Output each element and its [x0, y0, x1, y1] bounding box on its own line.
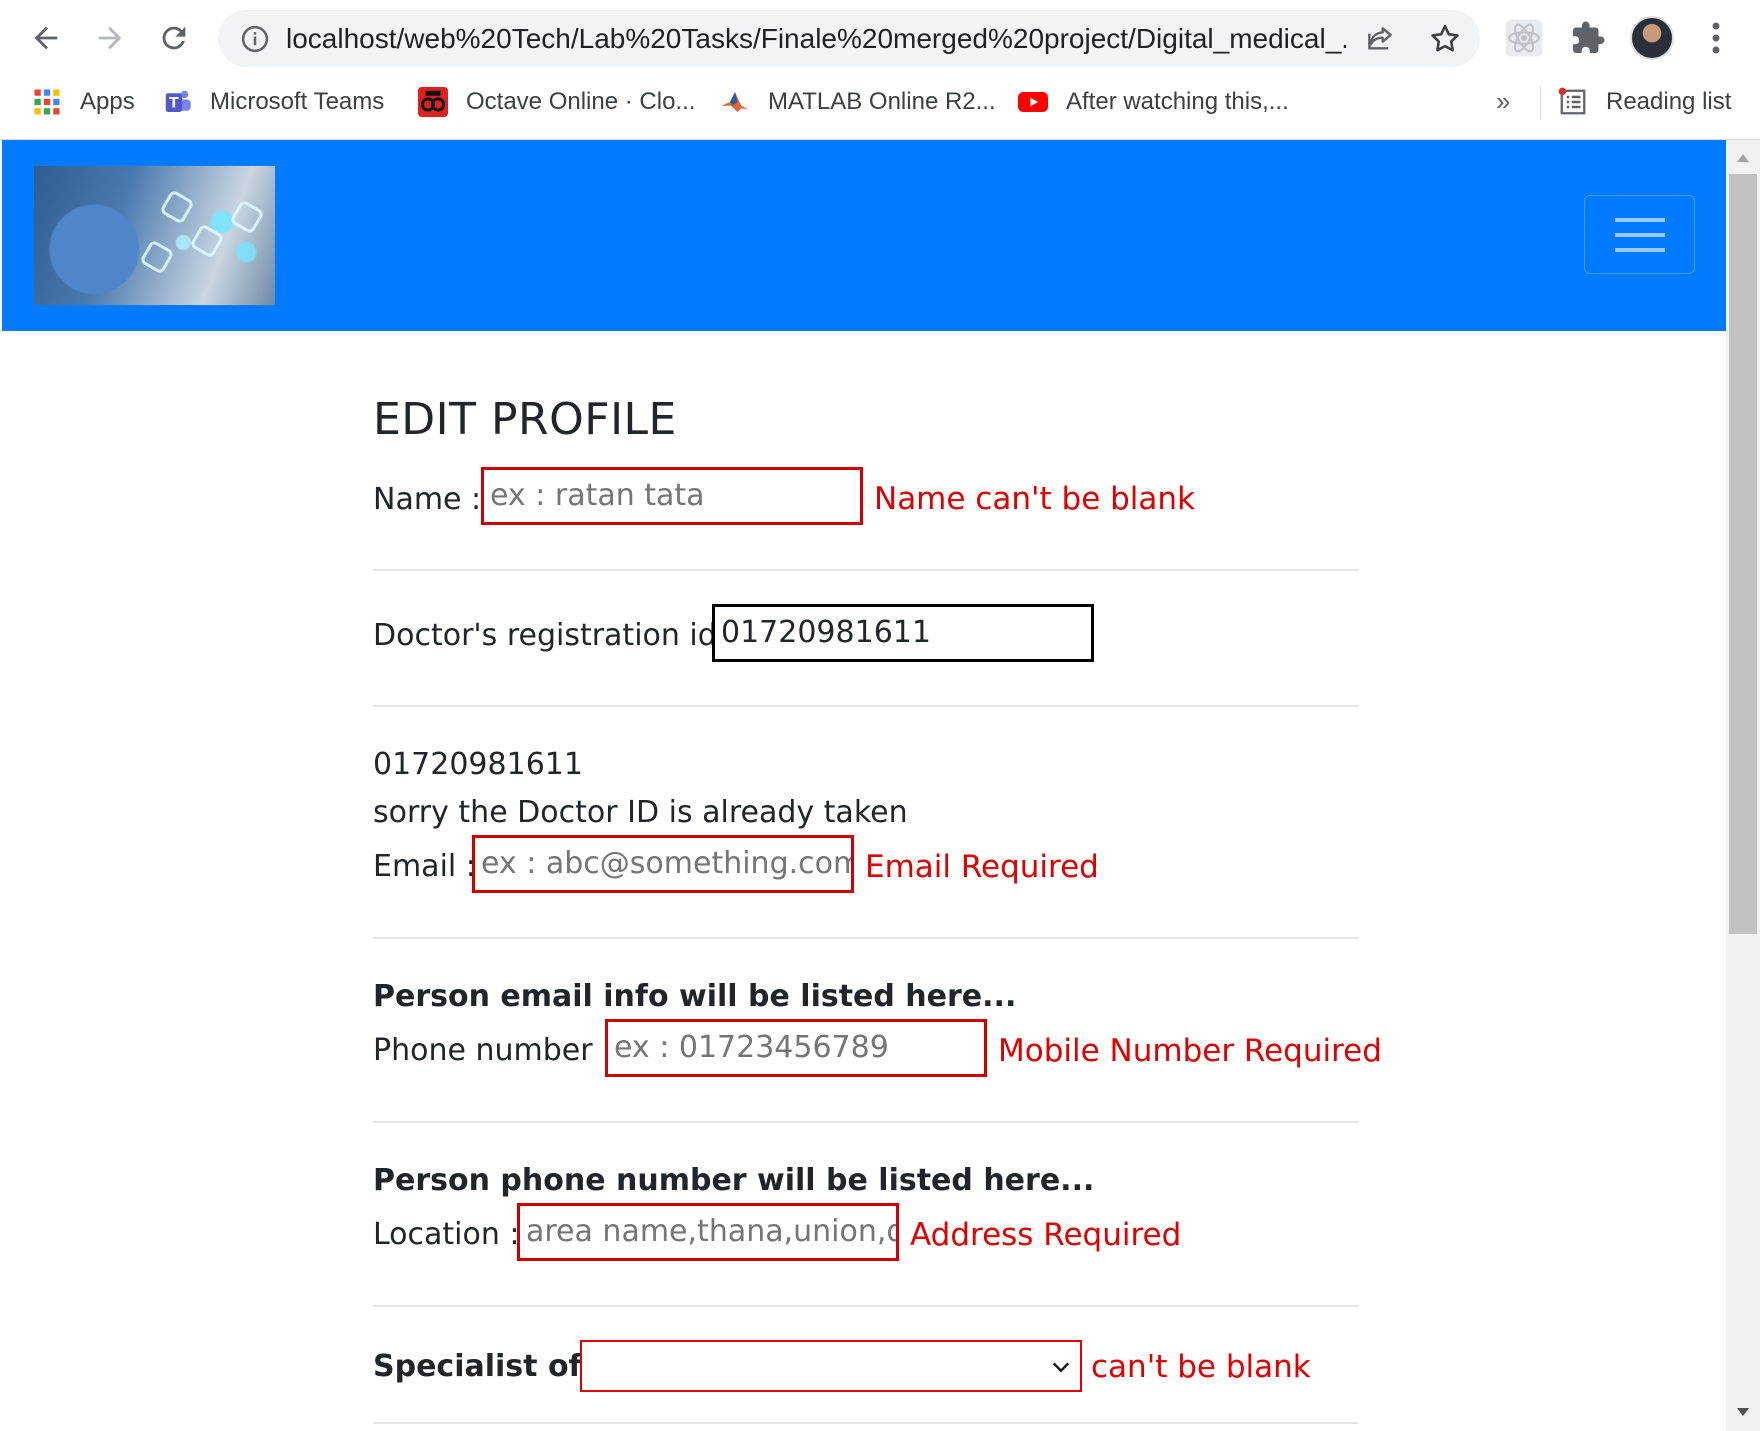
reading-list-button[interactable]: Reading list — [1558, 76, 1731, 128]
hamburger-line — [1615, 248, 1665, 252]
forward-button[interactable] — [82, 10, 138, 66]
bookmark-label: Microsoft Teams — [210, 88, 385, 115]
bookmark-microsoft-teams[interactable]: T Microsoft Teams — [162, 76, 384, 128]
reading-list-icon — [1558, 87, 1586, 115]
hexagon-decoration — [139, 239, 175, 275]
bookmark-matlab-online[interactable]: MATLAB Online R2... — [720, 76, 996, 128]
bookmark-label: MATLAB Online R2... — [768, 88, 996, 115]
profile-avatar[interactable] — [1630, 16, 1674, 60]
location-label: Location : — [373, 1217, 520, 1252]
extensions-puzzle-icon[interactable] — [1570, 20, 1606, 56]
specialist-error: can't be blank — [1091, 1349, 1311, 1385]
page-viewport: EDIT PROFILE Name : ex : ratan tata Name… — [0, 140, 1760, 1431]
reading-list-label: Reading list — [1606, 88, 1732, 115]
email-label: Email : — [373, 849, 476, 884]
id-taken-message: sorry the Doctor ID is already taken — [373, 795, 908, 830]
bookmark-star-icon[interactable] — [1428, 22, 1462, 56]
phone-info-text: Person phone number will be listed here.… — [373, 1163, 1095, 1198]
email-input[interactable]: ex : abc@something.com — [472, 835, 854, 893]
scroll-up-arrow-icon[interactable] — [1735, 152, 1751, 164]
reload-button[interactable] — [146, 10, 202, 66]
divider — [373, 937, 1358, 939]
phone-error: Mobile Number Required — [998, 1033, 1382, 1069]
svg-text:T: T — [169, 96, 179, 112]
reload-icon — [162, 26, 186, 50]
browser-toolbar: localhost/web%20Tech/Lab%20Tasks/Finale%… — [0, 0, 1760, 76]
react-devtools-icon[interactable] — [1504, 18, 1544, 58]
hexagon-decoration — [189, 223, 225, 259]
specialist-select[interactable] — [580, 1340, 1082, 1392]
site-logo-image[interactable] — [34, 166, 275, 305]
scroll-down-arrow-icon[interactable] — [1735, 1406, 1751, 1418]
page-scrollbar[interactable] — [1726, 140, 1760, 1431]
location-error: Address Required — [910, 1217, 1182, 1253]
address-bar[interactable]: localhost/web%20Tech/Lab%20Tasks/Finale%… — [218, 10, 1480, 67]
url-text[interactable]: localhost/web%20Tech/Lab%20Tasks/Finale%… — [286, 10, 1346, 67]
teams-icon: T — [165, 90, 191, 112]
specialist-label: Specialist of : — [373, 1349, 605, 1384]
location-input[interactable]: area name,thana,union,dis — [517, 1203, 899, 1261]
phone-label: Phone number : — [373, 1033, 613, 1068]
bookmarks-bar: Apps T Microsoft Teams Octave Online · C… — [0, 76, 1760, 140]
email-error: Email Required — [865, 849, 1099, 885]
hamburger-line — [1615, 233, 1665, 237]
chrome-menu-icon[interactable] — [1700, 18, 1732, 58]
divider — [373, 1121, 1358, 1123]
divider — [373, 705, 1358, 707]
divider — [373, 569, 1358, 571]
chevron-down-icon — [1052, 1362, 1070, 1373]
registration-id-input[interactable]: 01720981611 — [712, 604, 1094, 662]
name-label: Name : — [373, 482, 482, 517]
bookmark-apps[interactable]: Apps — [32, 76, 135, 128]
name-error: Name can't be blank — [874, 481, 1196, 517]
apps-grid-icon — [34, 89, 60, 115]
hexagon-decoration — [159, 189, 195, 225]
info-icon[interactable] — [240, 24, 270, 54]
share-icon[interactable] — [1364, 23, 1396, 55]
divider — [373, 1305, 1358, 1307]
octave-icon — [418, 87, 448, 117]
bookmark-octave-online[interactable]: Octave Online · Clo... — [418, 76, 695, 128]
edit-profile-form: EDIT PROFILE Name : ex : ratan tata Name… — [373, 140, 1382, 1431]
bookmark-label: Apps — [80, 88, 135, 115]
bookmark-label: Octave Online · Clo... — [466, 88, 696, 115]
email-info-text: Person email info will be listed here... — [373, 979, 1017, 1014]
navbar-toggler-button[interactable] — [1584, 195, 1695, 274]
name-input[interactable]: ex : ratan tata — [481, 467, 863, 525]
divider — [373, 1422, 1358, 1424]
phone-input[interactable]: ex : 01723456789 — [605, 1019, 987, 1077]
youtube-icon — [1018, 92, 1048, 112]
forward-arrow-icon — [98, 26, 122, 50]
bookmarks-divider — [1540, 86, 1541, 120]
registration-id-label: Doctor's registration id: — [373, 618, 727, 653]
scrollbar-thumb[interactable] — [1729, 174, 1757, 934]
more-bookmarks-chevron[interactable]: » — [1496, 86, 1510, 117]
registration-id-echo: 01720981611 — [373, 747, 583, 782]
page-title: EDIT PROFILE — [373, 394, 677, 445]
back-arrow-icon — [34, 26, 58, 50]
hexagon-decoration — [229, 199, 265, 235]
bookmark-label: After watching this,... — [1066, 88, 1289, 115]
matlab-icon — [721, 92, 749, 112]
bookmark-youtube-video[interactable]: After watching this,... — [1018, 76, 1289, 128]
back-button[interactable] — [18, 10, 74, 66]
hamburger-line — [1615, 218, 1665, 222]
